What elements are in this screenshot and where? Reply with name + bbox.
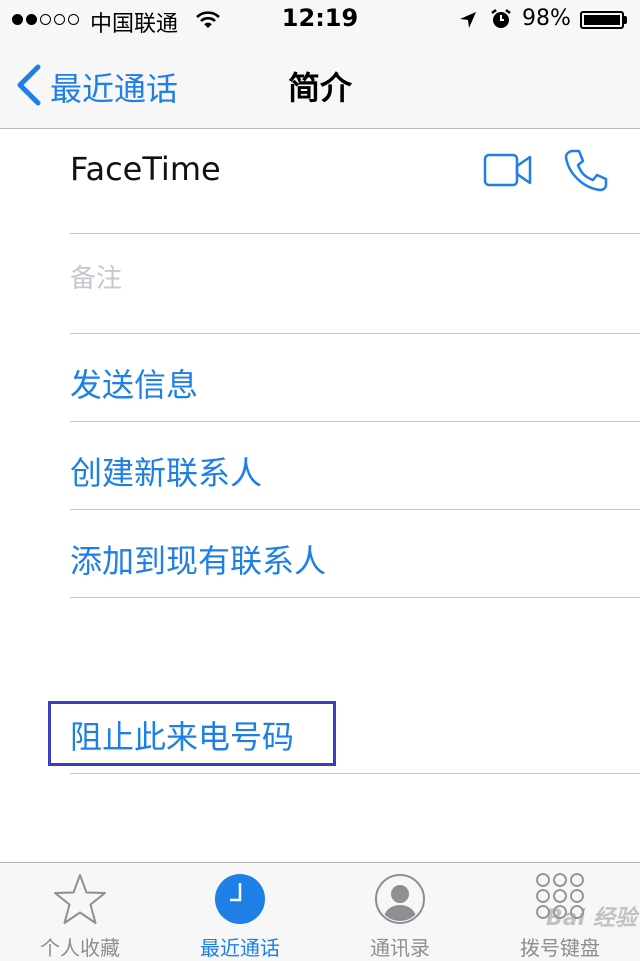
separator bbox=[70, 509, 640, 510]
location-arrow-icon bbox=[458, 10, 478, 36]
tab-label: 最近通话 bbox=[200, 936, 280, 960]
battery-icon bbox=[580, 11, 624, 29]
add-to-existing-contact-button[interactable]: 添加到现有联系人 bbox=[70, 536, 326, 582]
separator bbox=[70, 333, 640, 334]
clock-icon bbox=[160, 872, 320, 930]
notes-field[interactable]: 备注 bbox=[70, 258, 122, 295]
separator bbox=[70, 773, 640, 774]
status-bar: 中国联通 12:19 98% bbox=[0, 0, 640, 40]
tab-recents[interactable]: 最近通话 bbox=[160, 862, 320, 960]
separator bbox=[70, 421, 640, 422]
send-message-button[interactable]: 发送信息 bbox=[70, 360, 198, 406]
tab-label: 个人收藏 bbox=[40, 936, 120, 960]
tab-label: 通讯录 bbox=[370, 936, 430, 960]
alarm-clock-icon bbox=[490, 8, 512, 36]
separator bbox=[70, 597, 640, 598]
facetime-video-icon[interactable] bbox=[483, 153, 533, 191]
battery-percentage: 98% bbox=[522, 6, 571, 31]
watermark: Bai 经验 bbox=[546, 906, 637, 931]
facetime-label: FaceTime bbox=[70, 150, 221, 188]
tab-favorites[interactable]: 个人收藏 bbox=[0, 862, 160, 960]
tab-contacts[interactable]: 通讯录 bbox=[320, 862, 480, 960]
battery-tip bbox=[624, 16, 627, 24]
separator bbox=[70, 233, 640, 234]
highlight-box bbox=[48, 701, 336, 766]
page-title: 简介 bbox=[287, 69, 352, 107]
star-icon bbox=[0, 872, 160, 932]
contact-icon bbox=[320, 872, 480, 930]
facetime-audio-icon[interactable] bbox=[563, 147, 609, 197]
create-new-contact-button[interactable]: 创建新联系人 bbox=[70, 448, 262, 494]
tab-label: 拨号键盘 bbox=[520, 936, 600, 960]
